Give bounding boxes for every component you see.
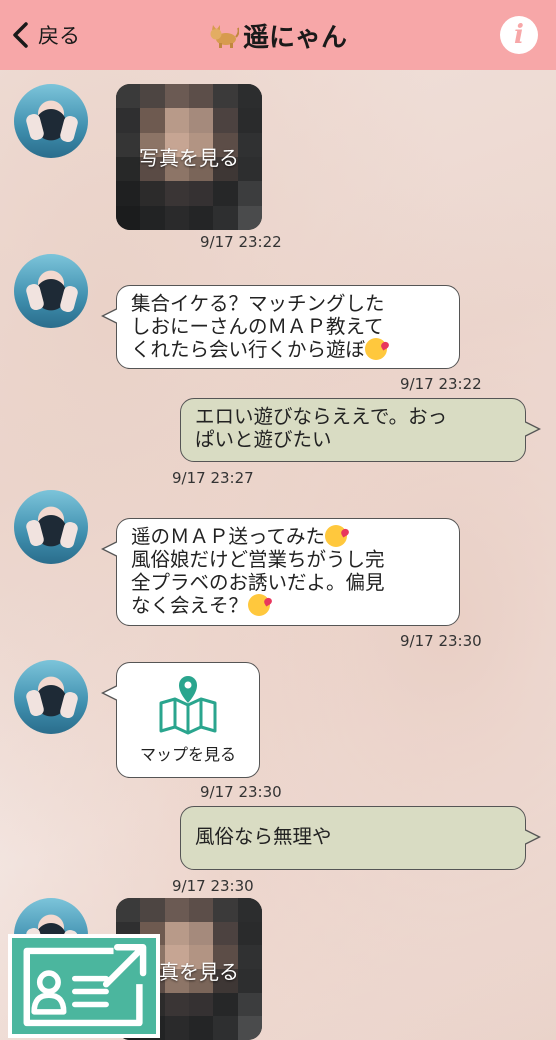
profile-card-icon <box>23 944 147 1027</box>
chat-partner-name: 遥にゃん <box>242 22 347 53</box>
received-message: 遥のＭＡＰ送ってみた 風俗娘だけど営業ちがうし完 全プラベのお誘いだよ。偏見 な… <box>101 518 460 626</box>
message-time: 9/17 23:22 <box>200 233 282 251</box>
map-pin-icon <box>159 676 217 735</box>
message-line: 遥のＭＡＰ送ってみた <box>131 525 326 548</box>
photo-view-label: 写真を見る <box>139 146 239 170</box>
cat-icon <box>210 25 239 48</box>
info-button[interactable]: i <box>500 16 538 54</box>
message-line: ぱいと遊びたい <box>195 428 332 451</box>
message-line: 風俗なら無理や <box>195 825 332 848</box>
avatar[interactable] <box>14 660 88 734</box>
kiss-emoji-icon <box>248 594 271 616</box>
message-line: くれたら会い行くから遊ぼ <box>131 338 366 361</box>
back-chevron-icon <box>13 22 28 48</box>
avatar[interactable] <box>14 490 88 564</box>
message-time: 9/17 23:30 <box>400 632 482 650</box>
message-line: しおにーさんのＭＡＰ教えて <box>131 315 384 338</box>
back-button[interactable]: 戻る <box>10 20 80 50</box>
smiling-hearts-emoji-icon <box>325 525 348 547</box>
avatar[interactable] <box>14 254 88 328</box>
message-line: 風俗娘だけど営業ちがうし完 <box>131 548 385 571</box>
message-line: なく会えそ？ <box>131 594 249 617</box>
message-time: 9/17 23:27 <box>172 469 254 487</box>
avatar[interactable] <box>14 84 88 158</box>
page-title: 遥にゃん <box>209 17 347 54</box>
map-message[interactable]: マップを見る <box>101 662 260 778</box>
message-line: 集合イケる？マッチングした <box>131 292 385 315</box>
message-line: エロい遊びならええで。おっ <box>195 405 448 428</box>
back-label: 戻る <box>38 24 80 48</box>
sent-message: 風俗なら無理や <box>180 806 541 870</box>
sent-message: エロい遊びならええで。おっ ぱいと遊びたい <box>180 398 541 462</box>
message-line: 全プラベのお誘いだよ。偏見 <box>131 571 385 594</box>
photo-message[interactable]: 写真を見る <box>116 84 262 230</box>
map-view-label: マップを見る <box>139 745 236 764</box>
chat-header: 戻る 遥にゃん i <box>0 0 556 70</box>
kiss-emoji-icon <box>365 338 388 360</box>
message-time: 9/17 23:30 <box>172 877 254 895</box>
message-time: 9/17 23:22 <box>400 375 482 393</box>
info-icon: i <box>514 20 524 50</box>
profile-card-button[interactable] <box>8 934 160 1038</box>
received-message: 集合イケる？マッチングした しおにーさんのＭＡＰ教えて くれたら会い行くから遊ぼ <box>101 285 460 369</box>
message-time: 9/17 23:30 <box>200 783 282 801</box>
